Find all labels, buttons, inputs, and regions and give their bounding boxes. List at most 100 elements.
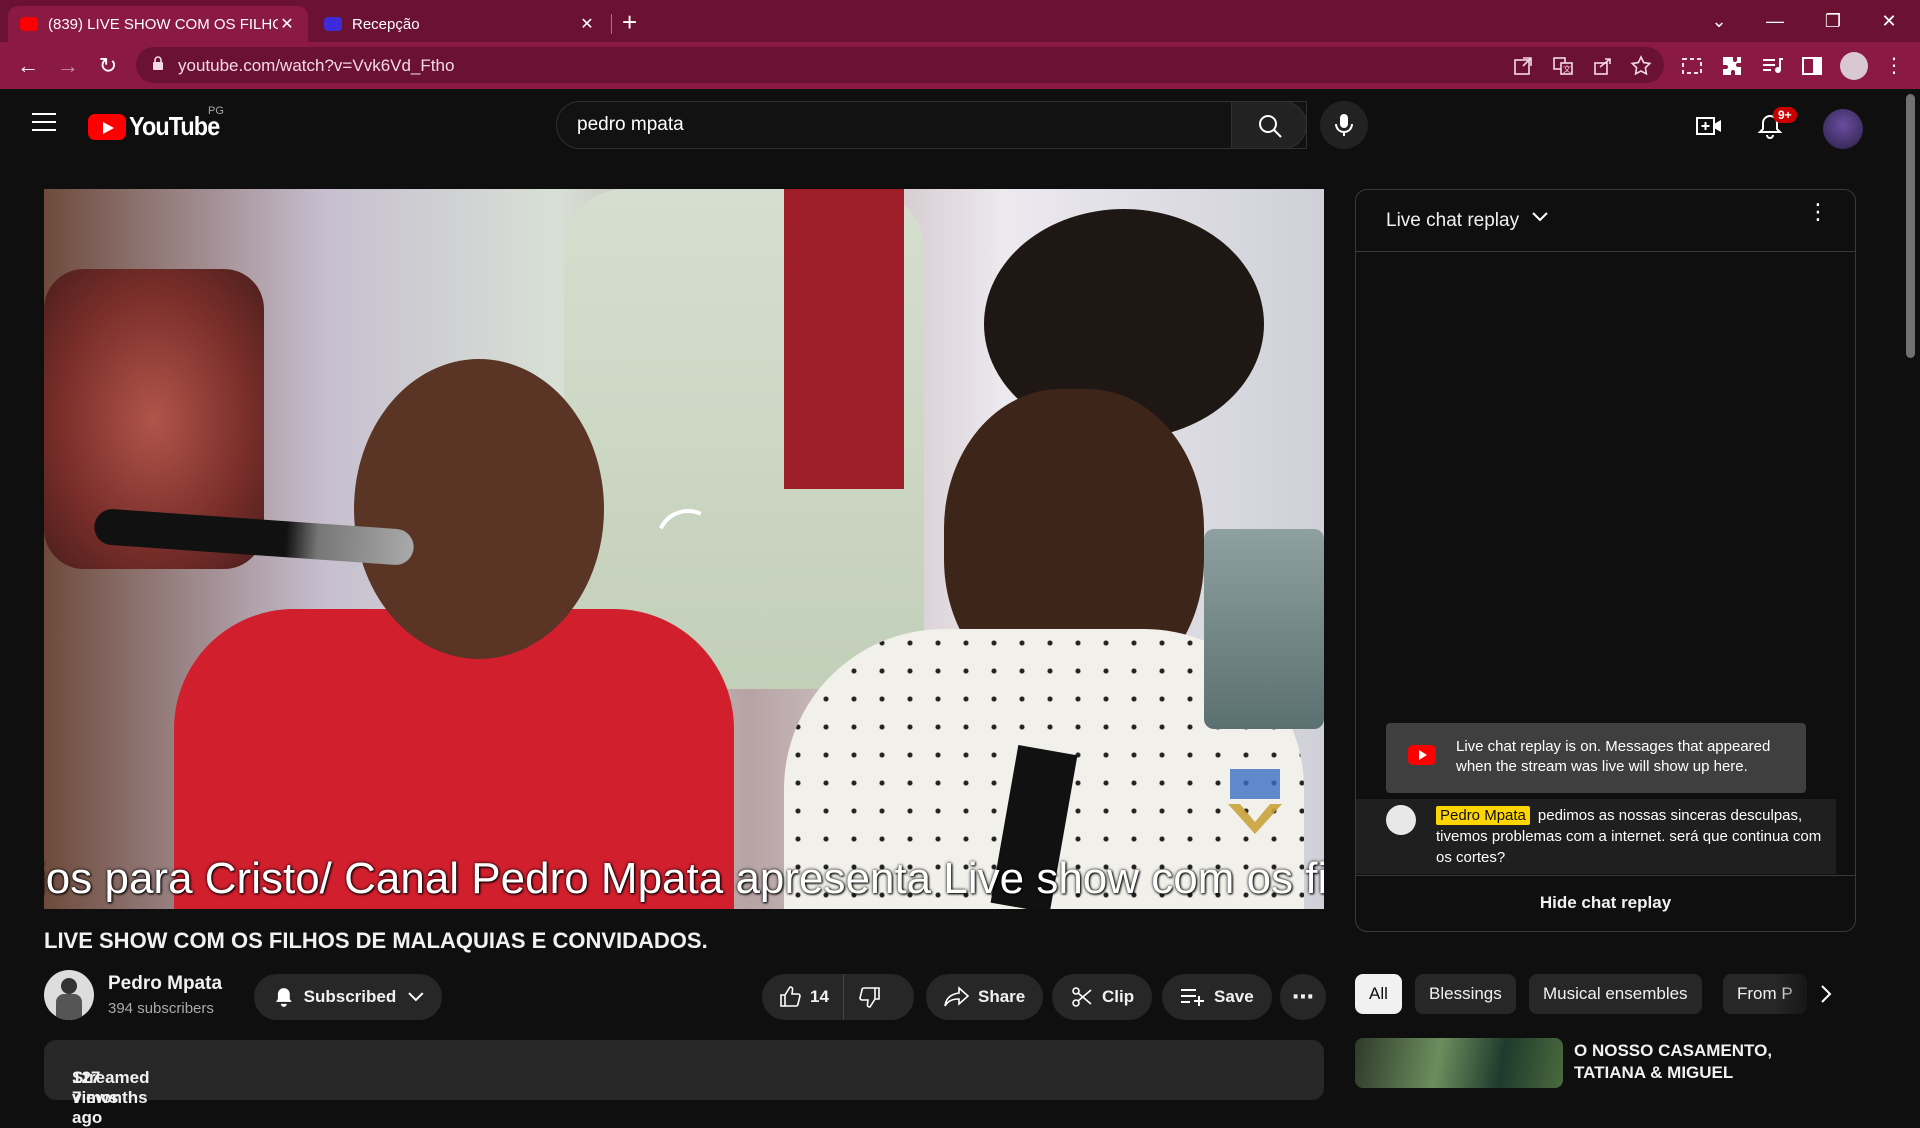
- clip-label: Clip: [1102, 987, 1135, 1006]
- notice-text: Live chat replay is on. Messages that ap…: [1456, 738, 1771, 775]
- new-tab-button[interactable]: +: [622, 7, 637, 38]
- subscriber-count: 394 subscribers: [108, 1000, 214, 1017]
- side-panel-icon[interactable]: [1800, 54, 1824, 78]
- channel-watermark-icon: [1228, 769, 1282, 834]
- save-label: Save: [1214, 987, 1254, 1006]
- extensions-puzzle-icon[interactable]: [1720, 54, 1744, 78]
- chevron-right-icon[interactable]: [1812, 980, 1840, 1008]
- lock-icon: [153, 56, 163, 70]
- chat-message[interactable]: Pedro Mpata pedimos as nossas sinceras de…: [1356, 799, 1836, 874]
- screenshot-extension-icon[interactable]: [1680, 54, 1704, 78]
- chat-more-icon[interactable]: ⋮: [1807, 201, 1829, 223]
- chevron-down-icon[interactable]: [1532, 212, 1548, 222]
- youtube-icon: [1408, 745, 1436, 765]
- address-bar[interactable]: youtube.com/watch?v=Vvk6Vd_Ftho 文: [136, 47, 1664, 83]
- search-input[interactable]: pedro mpata: [556, 101, 1307, 149]
- youtube-play-icon: [88, 113, 126, 140]
- description-box[interactable]: 127 views Streamed 7 months ago: [44, 1040, 1324, 1127]
- message-author-avatar: [1386, 805, 1416, 835]
- chip-all[interactable]: All: [1355, 974, 1402, 1014]
- voice-search-button[interactable]: [1320, 101, 1368, 149]
- thumbs-down-icon: [859, 987, 880, 1008]
- tab-title: (839) LIVE SHOW COM OS FILHOS: [48, 15, 278, 33]
- youtube-favicon-icon: [20, 17, 38, 31]
- bookmark-star-icon[interactable]: [1630, 55, 1652, 77]
- chat-mode-selector[interactable]: Live chat replay: [1386, 210, 1519, 232]
- share-button[interactable]: Share: [926, 974, 1044, 1020]
- search-icon: [1259, 115, 1282, 138]
- channel-avatar[interactable]: [44, 970, 94, 1020]
- restore-button[interactable]: ❐: [1810, 4, 1856, 38]
- chip-musical-ensembles[interactable]: Musical ensembles: [1529, 974, 1702, 1014]
- close-tab-icon[interactable]: ✕: [278, 14, 296, 34]
- clip-button[interactable]: Clip: [1052, 974, 1153, 1020]
- red-shirt-shape: [784, 189, 904, 489]
- url-text: youtube.com/watch?v=Vvk6Vd_Ftho: [178, 56, 455, 75]
- chip-blessings[interactable]: Blessings: [1415, 974, 1516, 1014]
- notification-badge: 9+: [1773, 107, 1797, 123]
- open-in-app-icon[interactable]: [1512, 55, 1534, 77]
- create-video-icon[interactable]: [1695, 113, 1723, 139]
- svg-text:文: 文: [1563, 64, 1571, 74]
- tab-youtube[interactable]: (839) LIVE SHOW COM OS FILHOS ✕: [8, 6, 308, 42]
- chat-header: Live chat replay ⋮: [1356, 190, 1855, 252]
- hide-chat-replay-button[interactable]: Hide chat replay: [1361, 880, 1850, 926]
- dislike-button[interactable]: [844, 974, 896, 1020]
- like-count: 14: [810, 987, 829, 1006]
- scissors-icon: [1072, 987, 1092, 1007]
- search-query: pedro mpata: [577, 114, 684, 135]
- media-control-icon[interactable]: [1760, 54, 1784, 78]
- page-scrollbar[interactable]: [1906, 94, 1915, 358]
- browser-toolbar: ← → ↻ youtube.com/watch?v=Vvk6Vd_Ftho 文 …: [0, 42, 1920, 89]
- country-code: PG: [208, 105, 224, 117]
- back-button[interactable]: ←: [12, 50, 44, 82]
- more-horizontal-icon: ⋯: [1292, 984, 1314, 1009]
- like-dislike-group: 14: [762, 974, 914, 1020]
- video-caption-overlay: ios para Cristo/ Canal Pedro Mpata apres…: [44, 854, 1324, 903]
- save-playlist-icon: [1181, 989, 1204, 1006]
- subscribed-label: Subscribed: [303, 987, 397, 1006]
- like-button[interactable]: 14: [762, 974, 844, 1020]
- tab-recepcao[interactable]: Recepção ✕: [312, 6, 612, 42]
- microphone-icon: [1335, 114, 1353, 136]
- menu-icon[interactable]: [32, 113, 56, 133]
- reload-button[interactable]: ↻: [92, 50, 124, 82]
- profile-avatar[interactable]: [1840, 52, 1868, 80]
- subscribed-button[interactable]: Subscribed: [254, 974, 442, 1020]
- recommendation-title[interactable]: O NOSSO CASAMENTO, TATIANA & MIGUEL: [1574, 1040, 1834, 1084]
- search-button[interactable]: [1231, 101, 1307, 149]
- bell-icon: [275, 988, 292, 1007]
- tab-title: Recepção: [352, 15, 420, 33]
- drum-kit-shape: [1204, 529, 1324, 729]
- browser-menu-button[interactable]: ⋮: [1878, 50, 1910, 82]
- minimize-button[interactable]: —: [1752, 4, 1798, 38]
- video-title: LIVE SHOW COM OS FILHOS DE MALAQUIAS E C…: [44, 928, 708, 953]
- chevron-down-icon: [408, 992, 424, 1002]
- share-page-icon[interactable]: [1592, 55, 1614, 77]
- translate-icon[interactable]: 文: [1552, 55, 1574, 77]
- more-actions-button[interactable]: ⋯: [1280, 974, 1326, 1020]
- stream-date: Streamed 7 months ago: [72, 1068, 150, 1127]
- share-icon: [944, 986, 970, 1007]
- singer-head-shape: [354, 359, 604, 659]
- browser-tab-bar: (839) LIVE SHOW COM OS FILHOS ✕ Recepção…: [0, 0, 1920, 42]
- message-author[interactable]: Pedro Mpata: [1436, 806, 1530, 825]
- channel-name[interactable]: Pedro Mpata: [108, 973, 222, 995]
- chat-replay-notice: Live chat replay is on. Messages that ap…: [1386, 723, 1806, 793]
- tab-search-icon[interactable]: ⌄: [1696, 4, 1742, 38]
- close-window-button[interactable]: ✕: [1866, 4, 1912, 38]
- youtube-header: YouTube PG pedro mpata 9+: [0, 89, 1920, 159]
- recommendation-thumbnail[interactable]: [1355, 1038, 1563, 1088]
- chat-footer: Hide chat replay: [1356, 875, 1855, 931]
- account-avatar[interactable]: [1823, 109, 1863, 149]
- thumbs-up-icon: [780, 986, 801, 1007]
- youtube-wordmark: YouTube: [129, 111, 220, 141]
- save-button[interactable]: Save: [1162, 974, 1272, 1020]
- close-tab-icon[interactable]: ✕: [578, 14, 596, 34]
- share-label: Share: [978, 987, 1026, 1006]
- mail-favicon-icon: [324, 17, 342, 31]
- video-player[interactable]: ios para Cristo/ Canal Pedro Mpata apres…: [44, 189, 1324, 909]
- forward-button[interactable]: →: [52, 50, 84, 82]
- youtube-logo[interactable]: YouTube PG: [88, 105, 229, 142]
- live-chat-panel: Live chat replay ⋮ Live chat replay is o…: [1355, 189, 1856, 932]
